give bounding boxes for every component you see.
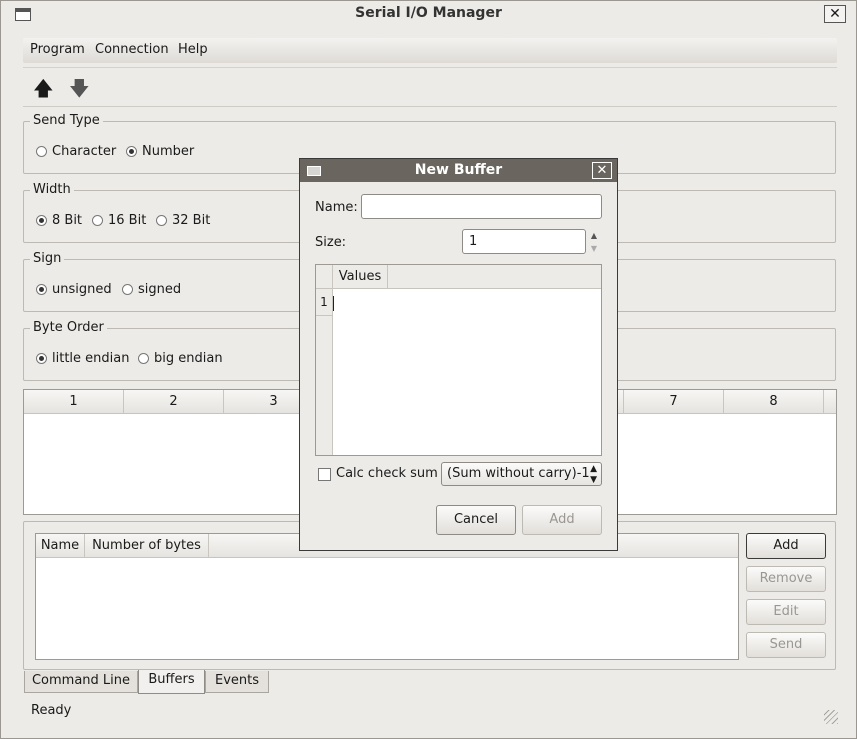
- radio-indicator: [36, 215, 47, 226]
- checksum-method-value: (Sum without carry)-1: [447, 466, 590, 481]
- dialog-add-button[interactable]: Add: [522, 505, 602, 535]
- toolbar-bottom-separator: [23, 106, 837, 107]
- radio-signed[interactable]: signed: [122, 282, 181, 297]
- tab-events[interactable]: Events: [205, 671, 269, 693]
- edit-buffer-button[interactable]: Edit: [746, 599, 826, 625]
- row-header-column: 1: [316, 289, 333, 455]
- menu-connection[interactable]: Connection: [95, 42, 169, 57]
- column-header[interactable]: 8: [724, 390, 824, 414]
- radio-signed-label: signed: [138, 282, 182, 297]
- radio-indicator: [92, 215, 103, 226]
- radio-big-endian-label: big endian: [154, 351, 223, 366]
- radio-number-label: Number: [142, 144, 195, 159]
- close-window-button[interactable]: ✕: [824, 5, 846, 23]
- radio-16bit-label: 16 Bit: [108, 213, 147, 228]
- column-header-bytes[interactable]: Number of bytes: [85, 534, 209, 558]
- remove-buffer-button[interactable]: Remove: [746, 566, 826, 592]
- title-bar: Serial I/O Manager ✕: [1, 1, 856, 27]
- radio-indicator: [36, 284, 47, 295]
- radio-indicator: [138, 353, 149, 364]
- send-type-label: Send Type: [30, 113, 103, 128]
- select-arrows-icon: ▲ ▼: [590, 464, 597, 485]
- resize-grip-icon[interactable]: [824, 710, 838, 724]
- size-stepper: ▲ ▼: [586, 229, 602, 256]
- radio-8bit[interactable]: 8 Bit: [36, 213, 82, 228]
- calc-checksum-label: Calc check sum: [336, 466, 438, 481]
- radio-indicator: [126, 146, 137, 157]
- column-header[interactable]: 1: [24, 390, 124, 414]
- values-table[interactable]: Values 1: [315, 264, 602, 456]
- radio-indicator: [36, 146, 47, 157]
- values-table-header: Values: [316, 265, 601, 289]
- width-label: Width: [30, 182, 74, 197]
- radio-character[interactable]: Character: [36, 144, 116, 159]
- dialog-window-icon[interactable]: [307, 166, 321, 176]
- new-buffer-dialog: New Buffer ✕ Name: Size: 1 ▲ ▼ Values 1 …: [299, 158, 618, 551]
- menu-help[interactable]: Help: [178, 42, 208, 57]
- calc-checksum-checkbox[interactable]: [318, 468, 331, 481]
- name-input[interactable]: [361, 194, 602, 219]
- radio-32bit[interactable]: 32 Bit: [156, 213, 210, 228]
- size-input[interactable]: 1: [462, 229, 586, 254]
- window-title: Serial I/O Manager: [355, 5, 502, 21]
- column-header-name[interactable]: Name: [36, 534, 85, 558]
- dialog-title-bar: New Buffer ✕: [300, 159, 617, 182]
- dialog-close-button[interactable]: ✕: [592, 162, 612, 179]
- stepper-down-icon[interactable]: ▼: [586, 242, 602, 255]
- radio-number[interactable]: Number: [126, 144, 194, 159]
- stepper-up-icon[interactable]: ▲: [586, 229, 602, 242]
- tab-buffers[interactable]: Buffers: [138, 670, 205, 694]
- radio-16bit[interactable]: 16 Bit: [92, 213, 146, 228]
- name-label: Name:: [315, 200, 358, 215]
- column-header[interactable]: 7: [624, 390, 724, 414]
- radio-little-endian-label: little endian: [52, 351, 130, 366]
- checksum-method-select[interactable]: (Sum without carry)-1 ▲ ▼: [441, 462, 602, 486]
- radio-32bit-label: 32 Bit: [172, 213, 211, 228]
- size-label: Size:: [315, 235, 347, 250]
- byte-order-label: Byte Order: [30, 320, 107, 335]
- add-buffer-button[interactable]: Add: [746, 533, 826, 559]
- row-number[interactable]: 1: [316, 289, 332, 316]
- menu-bar: Program Connection Help: [23, 38, 837, 63]
- text-cursor: [333, 296, 334, 311]
- toolbar-separator: [23, 67, 837, 68]
- dialog-title: New Buffer: [414, 162, 503, 178]
- radio-unsigned[interactable]: unsigned: [36, 282, 112, 297]
- arrow-down-icon[interactable]: 🡇: [69, 78, 90, 98]
- radio-big-endian[interactable]: big endian: [138, 351, 223, 366]
- radio-unsigned-label: unsigned: [52, 282, 112, 297]
- status-bar-text: Ready: [31, 703, 72, 718]
- radio-indicator: [122, 284, 133, 295]
- tab-command-line[interactable]: Command Line: [24, 671, 138, 693]
- arrow-up-icon[interactable]: 🡅: [33, 78, 54, 98]
- send-buffer-button[interactable]: Send: [746, 632, 826, 658]
- menu-program[interactable]: Program: [30, 42, 85, 57]
- radio-little-endian[interactable]: little endian: [36, 351, 129, 366]
- values-column-header[interactable]: Values: [333, 265, 388, 289]
- radio-indicator: [36, 353, 47, 364]
- corner-cell: [316, 265, 333, 289]
- sign-label: Sign: [30, 251, 65, 266]
- radio-indicator: [156, 215, 167, 226]
- buffers-table[interactable]: Name Number of bytes: [35, 533, 739, 660]
- cancel-button[interactable]: Cancel: [436, 505, 516, 535]
- radio-character-label: Character: [52, 144, 117, 159]
- column-header[interactable]: 2: [124, 390, 224, 414]
- radio-8bit-label: 8 Bit: [52, 213, 83, 228]
